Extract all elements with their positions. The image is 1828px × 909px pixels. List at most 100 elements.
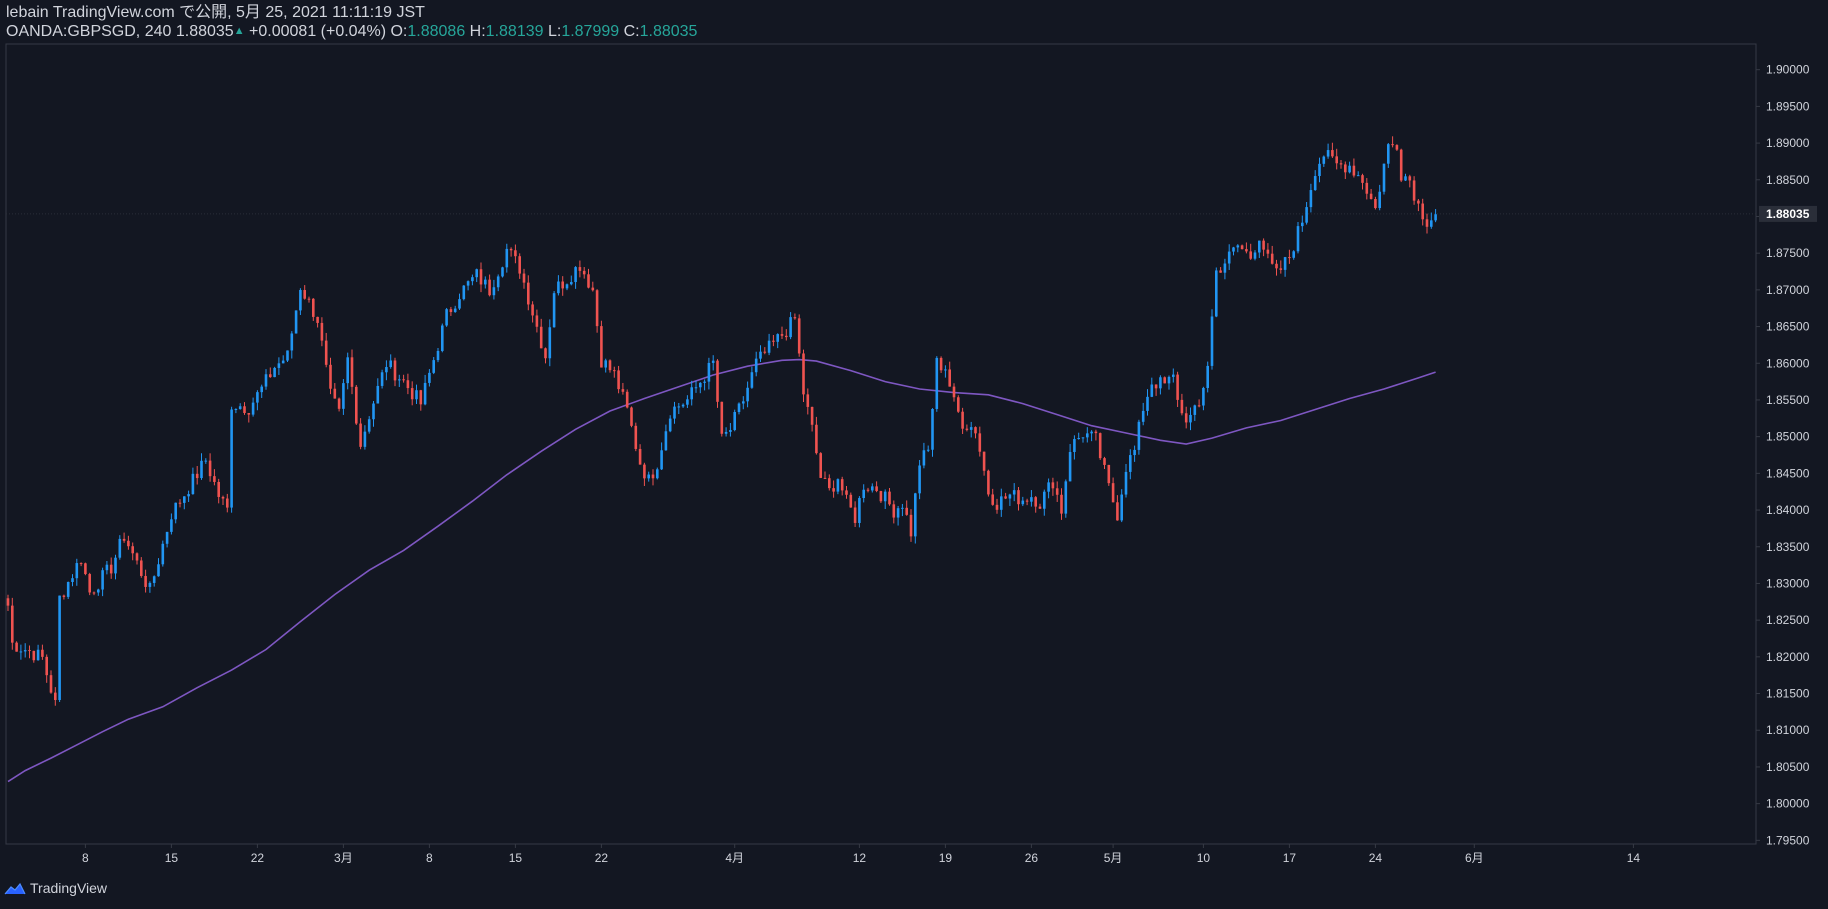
candle-body xyxy=(66,582,70,597)
candle-body xyxy=(62,595,66,597)
candle-body xyxy=(1098,433,1102,459)
candle xyxy=(234,408,238,414)
candle-body xyxy=(432,360,435,373)
candle-body xyxy=(806,394,810,407)
candle xyxy=(651,469,655,486)
candle-body xyxy=(578,267,582,271)
candle-body xyxy=(165,531,169,544)
candle xyxy=(518,253,521,279)
candle xyxy=(823,471,827,479)
candle xyxy=(1227,244,1231,270)
candle xyxy=(135,552,139,565)
candle-body xyxy=(1141,410,1145,422)
candle xyxy=(49,670,53,694)
price-chart[interactable]: 1.900001.895001.890001.885001.880001.875… xyxy=(0,0,1828,909)
candle-body xyxy=(152,576,156,583)
candle-body xyxy=(707,362,711,382)
candle-body xyxy=(269,374,272,378)
candle-body xyxy=(858,498,861,523)
candle-body xyxy=(428,372,431,383)
candle xyxy=(350,349,354,395)
candle xyxy=(260,384,263,398)
candle xyxy=(114,554,117,580)
candle xyxy=(1077,432,1080,440)
candle xyxy=(320,317,324,347)
candle-body xyxy=(1408,176,1412,181)
candle xyxy=(729,423,732,437)
y-tick-label: 1.87500 xyxy=(1766,246,1810,260)
candle-body xyxy=(634,425,638,449)
y-tick-label: 1.82000 xyxy=(1766,650,1810,664)
candle xyxy=(1258,240,1261,258)
candle-body xyxy=(1258,240,1261,253)
price-axis[interactable]: 1.900001.895001.890001.885001.880001.875… xyxy=(1756,63,1817,848)
candle-body xyxy=(570,282,573,285)
candle-body xyxy=(423,382,427,405)
candle xyxy=(1374,196,1377,210)
candle-body xyxy=(763,351,767,353)
candle-body xyxy=(479,269,483,285)
candle-body xyxy=(866,489,870,491)
y-tick-label: 1.82500 xyxy=(1766,613,1810,627)
candle xyxy=(909,509,913,542)
candle-body xyxy=(716,360,719,402)
candle xyxy=(1098,432,1102,460)
candle xyxy=(187,490,190,502)
candle xyxy=(793,313,797,320)
tradingview-watermark[interactable]: TradingView xyxy=(4,880,107,896)
candle xyxy=(1236,244,1240,253)
candle-body xyxy=(441,325,444,351)
candle-body xyxy=(1348,165,1351,173)
candle-body xyxy=(393,360,397,381)
time-axis[interactable]: 8 15 22 3月 8 15 22 4月 12 19 26 5月 10 17 24 6月 14 xyxy=(82,844,1640,865)
candle-body xyxy=(1283,257,1287,270)
candle xyxy=(105,560,109,575)
candle xyxy=(600,320,603,368)
candle xyxy=(303,285,306,300)
candle-body xyxy=(58,595,61,701)
candle-body xyxy=(488,279,491,296)
candle xyxy=(759,345,762,363)
candle xyxy=(840,476,844,496)
candle xyxy=(183,496,186,510)
candle-body xyxy=(329,364,332,389)
candle xyxy=(342,379,345,415)
candle-body xyxy=(385,367,388,373)
candle-body xyxy=(406,380,410,389)
candle-body xyxy=(1288,257,1291,259)
candle-body xyxy=(1086,433,1089,438)
candle xyxy=(393,357,397,387)
y-tick-label: 1.90000 xyxy=(1766,63,1810,77)
candle-body xyxy=(1309,190,1313,208)
candle-body xyxy=(849,494,853,508)
y-tick-label: 1.81500 xyxy=(1766,687,1810,701)
candle-body xyxy=(402,379,405,381)
candle-body xyxy=(651,474,655,479)
candle xyxy=(88,572,91,596)
candle-body xyxy=(1150,384,1154,397)
candle xyxy=(41,644,44,660)
candle-body xyxy=(54,692,57,701)
candle xyxy=(1111,477,1115,503)
candle xyxy=(892,500,896,524)
candle-body xyxy=(144,575,147,587)
x-tick-label: 3月 xyxy=(334,851,353,865)
candle-body xyxy=(1391,144,1394,146)
candle-body xyxy=(1227,251,1231,264)
candle-body xyxy=(1094,431,1098,434)
candle-body xyxy=(316,316,319,323)
candle-body xyxy=(1137,421,1141,450)
candle xyxy=(208,453,212,482)
candle-body xyxy=(995,504,999,510)
candle xyxy=(1206,361,1209,393)
candle-body xyxy=(522,273,526,283)
candle xyxy=(453,305,457,313)
candle xyxy=(776,333,779,349)
candle-body xyxy=(922,450,926,466)
candle xyxy=(1232,246,1235,256)
candle xyxy=(1382,163,1386,195)
candle xyxy=(720,401,724,437)
candle xyxy=(527,275,530,311)
candle-body xyxy=(785,335,788,338)
candle-body xyxy=(1111,483,1115,503)
